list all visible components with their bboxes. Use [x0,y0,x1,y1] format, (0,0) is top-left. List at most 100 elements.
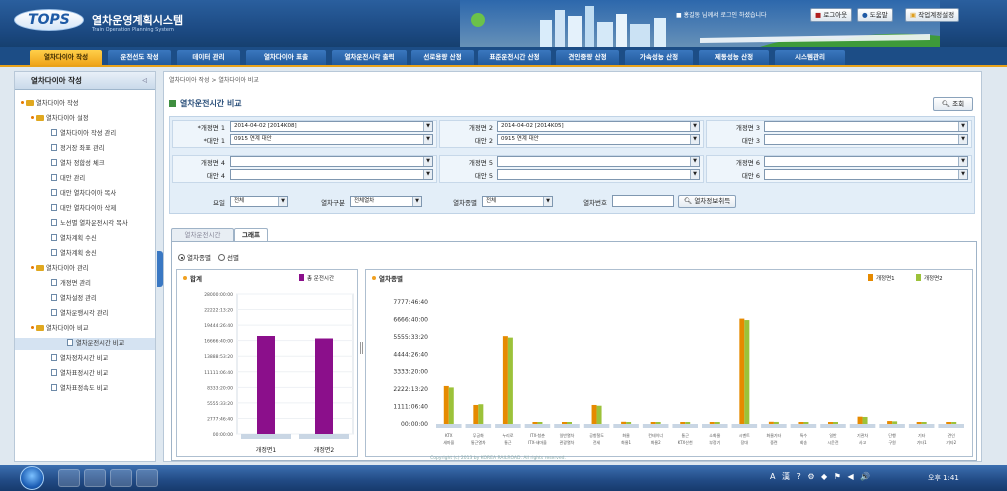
nav-item-diagram-display[interactable]: 열차다이아 표출 [246,50,326,65]
tree-folder[interactable]: 열차다이아 비교 [31,323,89,335]
tree-item-label: 대안 열차다이아 삭제 [60,205,117,212]
bar-통근-개정면1 [532,422,538,424]
total-chart-legend: 총 운전시간 [299,274,334,282]
tree-item[interactable]: 열차운전시간 비교 [15,338,155,350]
select-rev2[interactable]: 2014-04-02 [2014K05] ▼ [497,121,700,132]
select-rev1[interactable]: 2014-04-02 [2014K08] ▼ [230,121,433,132]
bar-기타2-개정면1 [828,422,833,424]
app-taskbar-icon[interactable] [110,469,132,487]
system-tray[interactable]: A 漢 ? ⚙ ◆ ⚑ ◀ 🔊 [770,471,872,482]
label-rev3: 개정면 3 [735,124,760,132]
tree-folder[interactable]: 열차다이아 관리 [31,263,89,275]
tab-graph[interactable]: 그래프 [234,228,268,241]
x-axis-band [672,424,698,428]
tree-item-label: 개정면 관리 [60,280,91,287]
tree-item-label: 열차다이아 관리 [46,265,89,272]
select-alt2[interactable]: 0915 연계 대안 ▼ [497,134,700,145]
x-axis-band [938,424,964,428]
tree-item[interactable]: 열차표정시간 비교 [51,368,108,380]
nav-item-capacity[interactable]: 선로용량 산정 [411,50,474,65]
tops-logo[interactable]: TOPS [14,9,84,31]
tree-item[interactable]: 노선별 열차운전시각 복사 [51,218,128,230]
x-axis-band [465,424,492,428]
tab-run-time[interactable]: 열차운전시간 [171,228,234,241]
total-chart-title: 합계 [183,273,202,283]
nav-item-run-curve[interactable]: 운전선도 작성 [108,50,171,65]
tree-item[interactable]: 대안 열차다이아 삭제 [51,203,116,215]
tree-item[interactable]: 열차정차시간 비교 [51,353,108,365]
tree-item[interactable]: 열차계획 수신 [51,233,97,245]
x-tick-label: 개정면2 [314,446,335,454]
x-tick-label: 컨테이너 [648,432,663,438]
select-train-type[interactable]: 전체열차 ▼ [350,196,422,207]
folder-icon [36,115,44,121]
expand-dot-icon[interactable] [31,266,34,269]
x-tick-label: 통근 [504,439,512,445]
nav-item-traction[interactable]: 견인중량 산정 [556,50,619,65]
nav-item-accel[interactable]: 가속성능 산정 [625,50,693,65]
app-title: 열차운영계획시스템 [92,14,184,27]
select-rev3[interactable]: ▼ [764,121,968,132]
window-taskbar-icon[interactable] [136,469,158,487]
tree-item[interactable]: 대안 관리 [51,173,85,185]
logout-button[interactable]: ■ 로그아웃 [810,8,853,22]
x-tick-label: 기타 [918,432,926,438]
train-info-button[interactable]: 🔍︎ 열차정보취득 [678,195,737,208]
select-day[interactable]: 전체 ▼ [230,196,288,207]
footer-copyright: Copyright (c) 2013 by KOREA RAILROAD. Al… [430,456,566,461]
x-tick-label: 일반열차 [560,432,575,438]
sidebar-toggle-icon[interactable]: ◁ [142,72,147,90]
search-button[interactable]: 🔍︎ 조회 [933,97,973,111]
tree-item[interactable]: 열차다이아 작성 관리 [51,128,116,140]
chevron-down-icon: ▼ [958,170,967,179]
expand-dot-icon[interactable] [31,326,34,329]
nav-item-std-time[interactable]: 표준운전시간 산정 [478,50,551,65]
tree-item[interactable]: 정거장 좌표 관리 [51,143,105,155]
radio-group: 열차종별 선별 [178,252,239,262]
nav-item-timetable-print[interactable]: 열차운전시각 출력 [332,50,407,65]
tree-item[interactable]: 열차계획 송신 [51,248,97,260]
panel-splitter[interactable] [360,342,363,354]
start-button[interactable] [20,466,44,490]
label-alt4: 대안 4 [206,172,225,180]
select-rev6[interactable]: ▼ [764,156,968,167]
tree-item[interactable]: 열차 정합성 체크 [51,158,105,170]
bar-공항철도-개정면1 [680,422,686,424]
graph-panel: 열차종별 선별 합계 총 운전시간 28000:00:00 22222:13:20… [171,241,977,461]
help-button[interactable]: ● 도움말 [857,8,893,22]
select-rev5[interactable]: ▼ [497,156,700,167]
tree-item[interactable]: 열차설정 관리 [51,293,97,305]
account-settings-button[interactable]: ▣ 작업계정설정 [905,8,960,22]
bar-기타1-개정면1 [798,422,804,424]
select-alt3[interactable]: ▼ [764,134,968,145]
ie-taskbar-icon[interactable] [58,469,80,487]
folder-icon [36,325,44,331]
select-alt5[interactable]: ▼ [497,169,700,180]
bar-화물3-개정면1 [768,421,774,424]
y-tick-label: 13888:53:20 [204,354,233,360]
tree-item[interactable]: 열차표정속도 비교 [51,383,108,395]
expand-dot-icon[interactable] [21,101,24,104]
train-number-input[interactable] [612,195,674,207]
nav-item-system[interactable]: 시스템관리 [775,50,845,65]
tree-item[interactable]: 열차운행시각 관리 [51,308,108,320]
tree-folder[interactable]: 열차다이아 작성 [21,98,79,110]
nav-item-diagram[interactable]: 열차다이아 작성 [30,50,102,65]
radio-line[interactable]: 선별 [218,254,239,262]
select-rev4[interactable]: ▼ [230,156,433,167]
expand-dot-icon[interactable] [31,116,34,119]
select-alt4[interactable]: ▼ [230,169,433,180]
radio-train-kind[interactable]: 열차종별 [178,254,211,262]
tree-item[interactable]: 개정면 관리 [51,278,91,290]
bar-누리로-개정면2 [567,422,572,424]
explorer-taskbar-icon[interactable] [84,469,106,487]
nav-item-brake[interactable]: 제동성능 산정 [699,50,769,65]
select-train-kind[interactable]: 전체 ▼ [482,196,553,207]
select-alt1[interactable]: 0915 연계 대안 ▼ [230,134,433,145]
tree-folder[interactable]: 열차다이아 설정 [31,113,89,125]
nav-item-data[interactable]: 데이터 관리 [177,50,240,65]
by-kind-chart-title: 열차종별 [372,273,403,283]
tree-item[interactable]: 대안 열차다이아 복사 [51,188,116,200]
select-alt6[interactable]: ▼ [764,169,968,180]
by-kind-chart: 열차종별 개정면1 개정면2 7777:46:40 6666:40:00 5555:… [365,269,973,457]
